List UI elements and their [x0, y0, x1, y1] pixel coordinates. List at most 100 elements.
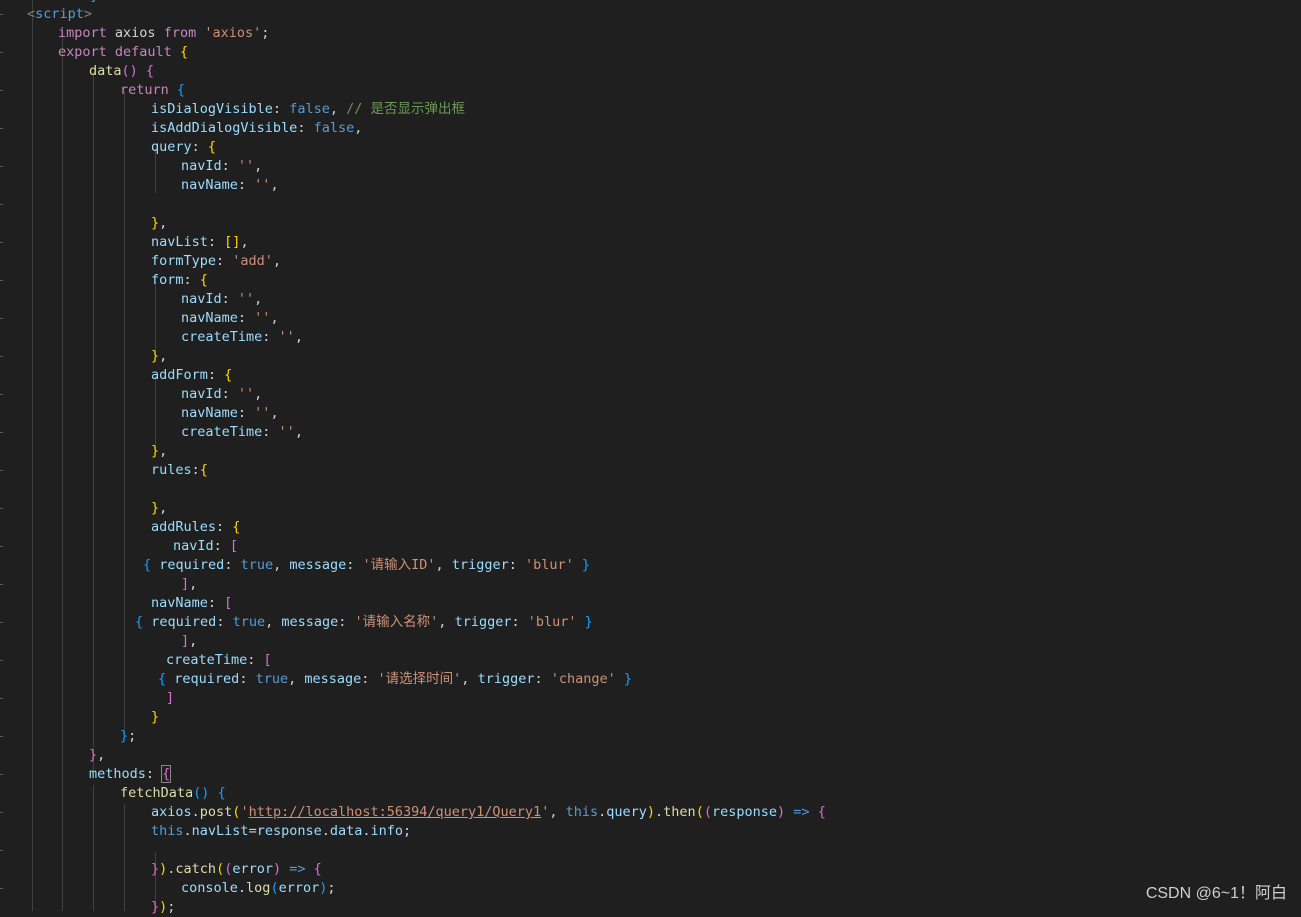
code-line[interactable]: };: [120, 727, 136, 746]
code-line[interactable]: navId: '',: [181, 157, 262, 176]
code-token: fetchData: [120, 785, 194, 801]
code-token: ,: [354, 120, 363, 136]
code-token: script: [35, 6, 84, 22]
code-line[interactable]: },: [151, 214, 167, 233]
code-token: :: [262, 424, 279, 440]
code-token: required: [159, 557, 225, 573]
code-line[interactable]: return {: [120, 81, 185, 100]
code-line[interactable]: axios.post('http://localhost:56394/query…: [151, 803, 826, 822]
code-line[interactable]: },: [151, 499, 167, 518]
gutter-marker: [0, 394, 3, 395]
code-token: navName: [181, 310, 238, 326]
code-line[interactable]: isDialogVisible: false, // 是否显示弹出框: [151, 100, 465, 119]
code-line[interactable]: navName: '',: [181, 176, 279, 195]
code-token: ,: [435, 557, 452, 573]
code-token: {: [199, 272, 208, 288]
code-line[interactable]: ],: [181, 632, 197, 651]
code-token: ;: [403, 823, 412, 839]
code-line[interactable]: <script>: [27, 5, 92, 24]
indent-guide: [62, 34, 63, 911]
code-token: error: [232, 861, 273, 877]
gutter-marker: [0, 470, 3, 471]
code-token: ]: [166, 690, 175, 706]
code-line[interactable]: addRules: {: [151, 518, 240, 537]
code-line[interactable]: { required: true, message: '请选择时间', trig…: [158, 670, 632, 689]
gutter-marker: [0, 52, 3, 53]
code-line[interactable]: data() {: [89, 62, 154, 81]
code-token: 'change': [550, 671, 616, 687]
code-line[interactable]: createTime: [: [166, 651, 272, 670]
code-token: ,: [189, 633, 198, 649]
code-token: {: [179, 44, 189, 60]
code-token: :: [216, 614, 233, 630]
code-line[interactable]: isAddDialogVisible: false,: [151, 119, 362, 138]
code-line[interactable]: }).catch((error) => {: [151, 860, 322, 879]
code-token: navId: [173, 538, 214, 554]
code-token: createTime: [181, 424, 263, 440]
code-token: navName: [181, 177, 238, 193]
code-line[interactable]: });: [151, 898, 175, 917]
code-line[interactable]: navList: [],: [151, 233, 249, 252]
code-line[interactable]: }: [151, 708, 159, 727]
code-editor[interactable]: </style><script>import axios from 'axios…: [0, 0, 1301, 915]
code-line[interactable]: { required: true, message: '请输入ID', trig…: [143, 556, 590, 575]
code-line[interactable]: import axios from 'axios';: [58, 24, 269, 43]
code-line[interactable]: fetchData() {: [120, 784, 226, 803]
code-line[interactable]: navName: '',: [181, 309, 279, 328]
code-token: :: [145, 766, 163, 782]
code-token: (: [270, 880, 279, 896]
code-token: :: [221, 291, 238, 307]
code-line[interactable]: form: {: [151, 271, 208, 290]
code-token: ,: [97, 747, 106, 763]
code-token: '': [254, 177, 271, 193]
code-line[interactable]: },: [151, 442, 167, 461]
code-line[interactable]: ],: [181, 575, 197, 594]
code-line[interactable]: navId: '',: [181, 385, 262, 404]
code-line[interactable]: formType: 'add',: [151, 252, 281, 271]
code-line[interactable]: export default {: [58, 43, 188, 62]
code-token: false: [289, 101, 330, 117]
code-line[interactable]: navName: [: [151, 594, 232, 613]
code-line[interactable]: this.navList=response.data.info;: [151, 822, 411, 841]
code-token: (: [216, 861, 225, 877]
code-token: ): [646, 804, 656, 820]
code-line[interactable]: console.log(error);: [181, 879, 336, 898]
code-token: message: [281, 614, 339, 630]
code-token: [: [263, 652, 272, 668]
code-token: trigger: [477, 671, 535, 687]
code-line[interactable]: navName: '',: [181, 404, 279, 423]
code-token: post: [199, 804, 233, 820]
code-token: this: [565, 804, 599, 820]
code-line[interactable]: rules:{: [151, 461, 208, 480]
code-token: :: [213, 538, 230, 554]
code-token: :: [216, 519, 233, 535]
gutter-marker: [0, 356, 3, 357]
code-line[interactable]: },: [89, 746, 105, 765]
code-token: {: [232, 519, 241, 535]
code-token: form: [151, 272, 184, 288]
code-token: :: [237, 310, 255, 326]
code-token: createTime: [181, 329, 263, 345]
code-line[interactable]: { required: true, message: '请输入名称', trig…: [135, 613, 593, 632]
code-line[interactable]: ]: [166, 689, 174, 708]
code-token: }: [623, 671, 633, 687]
code-token: ): [272, 861, 282, 877]
code-token: methods: [89, 766, 146, 782]
code-token: :: [239, 671, 256, 687]
code-token: {: [143, 557, 152, 573]
code-token: <: [27, 6, 36, 22]
code-line[interactable]: },: [151, 347, 167, 366]
code-line[interactable]: navId: [: [173, 537, 238, 556]
code-line[interactable]: navId: '',: [181, 290, 262, 309]
code-line[interactable]: createTime: '',: [181, 423, 303, 442]
code-line[interactable]: addForm: {: [151, 366, 232, 385]
code-line[interactable]: createTime: '',: [181, 328, 303, 347]
gutter-marker: [0, 90, 3, 91]
code-token: :: [221, 386, 238, 402]
code-line[interactable]: query: {: [151, 138, 216, 157]
code-line[interactable]: methods: {: [89, 765, 172, 784]
code-token: '': [278, 329, 295, 345]
code-token: :: [262, 329, 279, 345]
code-token: (: [695, 804, 704, 820]
